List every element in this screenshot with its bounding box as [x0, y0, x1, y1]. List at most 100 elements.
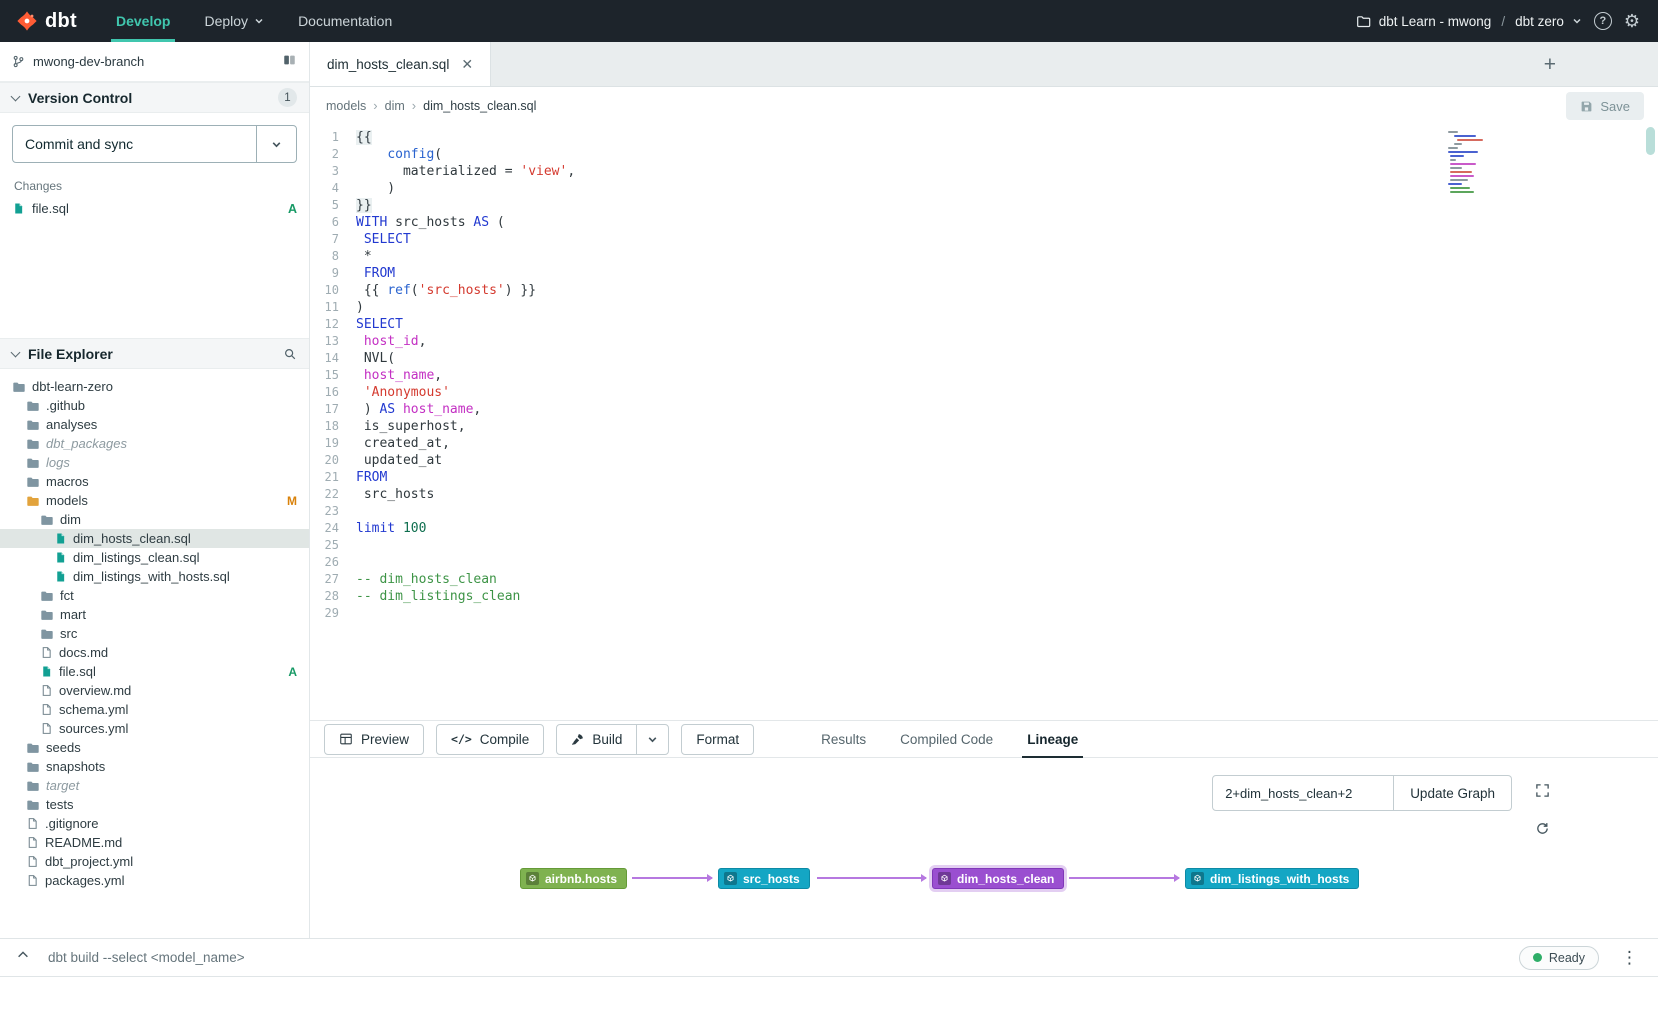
tree-item-mart[interactable]: mart [0, 605, 309, 624]
model-file-icon [54, 570, 67, 583]
tree-item-tests[interactable]: tests [0, 795, 309, 814]
lineage-node-dim_listings_with_hosts[interactable]: dim_listings_with_hosts [1185, 868, 1359, 889]
tree-item-overview.md[interactable]: overview.md [0, 681, 309, 700]
line-number: 6 [310, 214, 356, 231]
close-icon[interactable]: ✕ [461, 56, 473, 73]
split-panels-icon[interactable] [282, 53, 297, 70]
kebab-menu-icon[interactable]: ⋮ [1617, 948, 1642, 968]
breadcrumb-dim[interactable]: dim [385, 99, 405, 113]
tab-results[interactable]: Results [804, 721, 883, 757]
tree-item-packages.yml[interactable]: packages.yml [0, 871, 309, 890]
changes-label: Changes [0, 175, 309, 199]
tab-lineage[interactable]: Lineage [1010, 721, 1095, 757]
breadcrumb-models[interactable]: models [326, 99, 366, 113]
tree-item-snapshots[interactable]: snapshots [0, 757, 309, 776]
git-branch-indicator[interactable]: mwong-dev-branch [0, 42, 309, 82]
line-number: 13 [310, 333, 356, 350]
tree-item-label: schema.yml [59, 702, 128, 717]
lineage-panel: Update Graph airbnb.hostssrc_hostsdim_ho… [310, 758, 1658, 938]
commit-and-sync-button[interactable]: Commit and sync [13, 126, 256, 162]
folder-icon [26, 779, 40, 793]
file-tree: dbt-learn-zero.githubanalyses dbt_package… [0, 369, 309, 890]
tree-item-dim_listings_clean.sql[interactable]: dim_listings_clean.sql [0, 548, 309, 567]
tree-item-dbt-learn-zero[interactable]: dbt-learn-zero [0, 377, 309, 396]
line-number: 21 [310, 469, 356, 486]
file-icon [40, 722, 53, 735]
tree-item-fct[interactable]: fct [0, 586, 309, 605]
changed-file-name: file.sql [32, 201, 69, 216]
commit-options-chevron[interactable] [256, 126, 296, 162]
settings-gear-icon[interactable]: ⚙ [1624, 12, 1640, 30]
tree-item-macros[interactable]: macros [0, 472, 309, 491]
line-number: 25 [310, 537, 356, 554]
compile-button[interactable]: </> Compile [436, 724, 544, 755]
version-control-header[interactable]: Version Control 1 [0, 82, 309, 113]
chevron-down-icon [11, 91, 21, 101]
nav-documentation[interactable]: Documentation [281, 0, 409, 42]
line-number: 23 [310, 503, 356, 520]
tree-item-analyses[interactable]: analyses [0, 415, 309, 434]
line-number: 29 [310, 605, 356, 622]
nav-develop[interactable]: Develop [99, 0, 187, 42]
tree-item-label: target [46, 778, 79, 793]
lineage-node-airbnb.hosts[interactable]: airbnb.hosts [520, 868, 627, 889]
tree-item-target[interactable]: target [0, 776, 309, 795]
tree-item-models[interactable]: modelsM [0, 491, 309, 510]
dbt-logo[interactable]: dbt [0, 0, 99, 42]
code-line-24: 24limit 100 [310, 520, 1658, 537]
results-tabs: Results Compiled Code Lineage [804, 721, 1095, 757]
commit-and-sync-split-button: Commit and sync [12, 125, 297, 163]
code-line-9: 9 FROM [310, 265, 1658, 282]
tree-item-dbt_project.yml[interactable]: dbt_project.yml [0, 852, 309, 871]
tree-item-dim_hosts_clean.sql[interactable]: dim_hosts_clean.sql [0, 529, 309, 548]
account-switcher[interactable]: dbt Learn - mwong / dbt zero [1356, 14, 1582, 29]
command-input[interactable]: dbt build --select <model_name> [48, 950, 245, 965]
editor-tab[interactable]: dim_hosts_clean.sql ✕ [310, 42, 491, 86]
folder-icon [40, 513, 54, 527]
tree-item-.github[interactable]: .github [0, 396, 309, 415]
chevron-down-icon [254, 16, 264, 26]
folder-icon [12, 380, 26, 394]
build-options-chevron[interactable] [636, 725, 668, 754]
new-tab-button[interactable]: + [1544, 54, 1556, 75]
tree-item-.gitignore[interactable]: .gitignore [0, 814, 309, 833]
nav-deploy[interactable]: Deploy [187, 0, 281, 42]
lineage-node-src_hosts[interactable]: src_hosts [718, 868, 810, 889]
tree-item-README.md[interactable]: README.md [0, 833, 309, 852]
lineage-edge [1069, 877, 1179, 879]
tree-item-docs.md[interactable]: docs.md [0, 643, 309, 662]
collapse-chevron-up-icon[interactable] [16, 948, 30, 967]
lineage-node-dim_hosts_clean[interactable]: dim_hosts_clean [932, 868, 1064, 889]
tree-item-src[interactable]: src [0, 624, 309, 643]
code-line-22: 22 src_hosts [310, 486, 1658, 503]
file-explorer-header[interactable]: File Explorer [0, 338, 309, 369]
breadcrumb-file[interactable]: dim_hosts_clean.sql [423, 99, 536, 113]
tree-item-seeds[interactable]: seeds [0, 738, 309, 757]
tree-item-schema.yml[interactable]: schema.yml [0, 700, 309, 719]
save-button[interactable]: Save [1566, 92, 1644, 120]
tree-item-label: fct [60, 588, 74, 603]
tree-item-dbt_packages[interactable]: dbt_packages [0, 434, 309, 453]
tree-item-dim_listings_with_hosts.sql[interactable]: dim_listings_with_hosts.sql [0, 567, 309, 586]
folder-icon [26, 798, 40, 812]
tree-item-label: dbt_packages [46, 436, 127, 451]
preview-button[interactable]: Preview [324, 724, 424, 755]
folder-icon [1356, 14, 1371, 29]
tree-item-file.sql[interactable]: file.sqlA [0, 662, 309, 681]
tab-compiled-code[interactable]: Compiled Code [883, 721, 1010, 757]
folder-icon [26, 475, 40, 489]
tree-item-dim[interactable]: dim [0, 510, 309, 529]
help-icon[interactable]: ? [1594, 12, 1612, 30]
editor-scrollbar[interactable] [1646, 127, 1655, 155]
tree-item-sources.yml[interactable]: sources.yml [0, 719, 309, 738]
format-button[interactable]: Format [681, 724, 754, 755]
build-button[interactable]: Build [557, 725, 636, 754]
tree-item-logs[interactable]: logs [0, 453, 309, 472]
changed-file-row[interactable]: file.sql A [0, 199, 309, 218]
tree-item-label: dim [60, 512, 81, 527]
search-icon[interactable] [283, 347, 297, 361]
code-line-5: 5}} [310, 197, 1658, 214]
code-editor[interactable]: 1{{2 config(3 materialized = 'view',4 )5… [310, 124, 1658, 720]
file-icon [40, 703, 53, 716]
lineage-node-label: dim_listings_with_hosts [1210, 872, 1349, 886]
